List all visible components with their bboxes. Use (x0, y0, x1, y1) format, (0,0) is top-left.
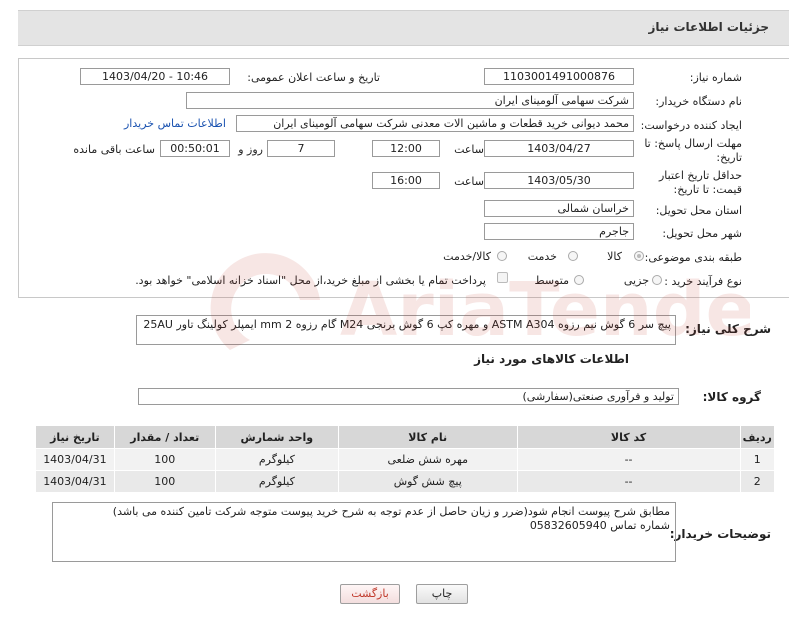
process-minor-radio[interactable] (652, 275, 662, 285)
category-service-radio[interactable] (568, 251, 578, 261)
col-quantity: تعداد / مقدار (113, 425, 216, 449)
price-validity-date-field: 1403/05/30 (484, 172, 634, 189)
summary-label: شرح کلی نیاز: (685, 322, 771, 336)
col-goods-code: کد کالا (516, 425, 741, 449)
price-validity-time-label: ساعت (454, 175, 484, 188)
buyer-org-field: شرکت سهامی آلومینای ایران (186, 92, 634, 109)
table-row: 1403/04/31 100 کیلوگرم پیچ شش گوش -- 2 (35, 470, 776, 493)
col-goods-name: نام کالا (337, 425, 518, 449)
row-number-cell: 2 (739, 470, 776, 493)
process-medium-label: متوسط (534, 274, 569, 287)
goods-code-cell: -- (516, 448, 741, 471)
buyer-org-label: نام دستگاه خریدار: (655, 95, 742, 108)
goods-table: تاریخ نیاز تعداد / مقدار واحد شمارش نام … (35, 425, 776, 493)
subject-category-label: طبقه بندی موضوعی: (644, 251, 742, 264)
delivery-city-label: شهر محل تحویل: (662, 227, 742, 240)
quantity-cell: 100 (113, 448, 216, 471)
deadline-time-label: ساعت (454, 143, 484, 156)
goods-group-field: تولید و فرآوری صنعتی(سفارشی) (138, 388, 679, 405)
unit-cell: کیلوگرم (214, 470, 339, 493)
page-header: جزئیات اطلاعات نیاز (18, 10, 789, 46)
deadline-time-field: 12:00 (372, 140, 440, 157)
delivery-province-field: خراسان شمالی (484, 200, 634, 217)
buyer-contact-link[interactable]: اطلاعات تماس خریدار (124, 117, 226, 130)
goods-section-title: اطلاعات کالاهای مورد نیاز (474, 352, 629, 366)
treasury-payment-checkbox[interactable] (497, 272, 508, 283)
purchase-process-label: نوع فرآیند خرید : (664, 275, 742, 288)
category-service-label: خدمت (527, 250, 557, 263)
col-need-date: تاریخ نیاز (35, 425, 115, 449)
remaining-time-label: ساعت باقی مانده (73, 143, 155, 156)
unit-cell: کیلوگرم (214, 448, 339, 471)
days-label: روز و (238, 143, 263, 156)
need-number-field: 1103001491000876 (484, 68, 634, 85)
delivery-province-label: استان محل تحویل: (655, 204, 742, 217)
days-field: 7 (267, 140, 335, 157)
treasury-payment-note: پرداخت تمام یا بخشی از مبلغ خرید،از محل … (135, 274, 486, 287)
row-number-cell: 1 (739, 448, 776, 471)
category-goods-label: کالا (607, 250, 622, 263)
need-date-cell: 1403/04/31 (35, 448, 115, 471)
goods-group-label: گروه کالا: (702, 390, 761, 404)
col-unit: واحد شمارش (214, 425, 339, 449)
buyer-notes-line-1: مطابق شرح پیوست انجام شود(ضرر و زیان حاص… (112, 505, 670, 518)
process-minor-label: جزیی (623, 274, 649, 287)
goods-name-cell: پیچ شش گوش (337, 470, 518, 493)
need-number-label: شماره نیاز: (689, 71, 742, 84)
price-validity-time-field: 16:00 (372, 172, 440, 189)
process-medium-radio[interactable] (574, 275, 584, 285)
deadline-date-field: 1403/04/27 (484, 140, 634, 157)
buyer-notes-box: مطابق شرح پیوست انجام شود(ضرر و زیان حاص… (52, 502, 676, 562)
deadline-label: مهلت ارسال پاسخ: تا تاریخ: (644, 137, 742, 164)
need-date-cell: 1403/04/31 (35, 470, 115, 493)
price-validity-label: حداقل تاریخ اعتبار قیمت: تا تاریخ: (658, 169, 742, 196)
back-button[interactable]: بازگشت (340, 584, 400, 604)
goods-name-cell: مهره شش ضلعی (337, 448, 518, 471)
quantity-cell: 100 (113, 470, 216, 493)
remaining-time-field: 00:50:01 (160, 140, 230, 157)
page-title: جزئیات اطلاعات نیاز (648, 20, 769, 34)
category-goods-radio[interactable] (634, 251, 644, 261)
delivery-city-field: جاجرم (484, 223, 634, 240)
buyer-notes-label: توضیحات خریدار: (669, 527, 771, 541)
requester-label: ایجاد کننده درخواست: (640, 119, 742, 132)
buyer-notes-line-2: شماره تماس 05832605940 (529, 519, 670, 532)
goods-table-header: تاریخ نیاز تعداد / مقدار واحد شمارش نام … (35, 425, 776, 449)
announce-datetime-field: 1403/04/20 - 10:46 (80, 68, 230, 85)
goods-code-cell: -- (516, 470, 741, 493)
summary-field: پیچ سر 6 گوش نیم رزوه ASTM A304 و مهره ک… (136, 315, 676, 345)
table-row: 1403/04/31 100 کیلوگرم مهره شش ضلعی -- 1 (35, 448, 776, 471)
print-button[interactable]: چاپ (416, 584, 468, 604)
category-goods-service-label: کالا/خدمت (443, 250, 491, 263)
announce-datetime-label: تاریخ و ساعت اعلان عمومی: (247, 71, 380, 84)
requester-field: محمد دیوانی خرید قطعات و ماشین الات معدن… (236, 115, 634, 132)
category-goods-service-radio[interactable] (497, 251, 507, 261)
col-row: ردیف (739, 425, 776, 449)
